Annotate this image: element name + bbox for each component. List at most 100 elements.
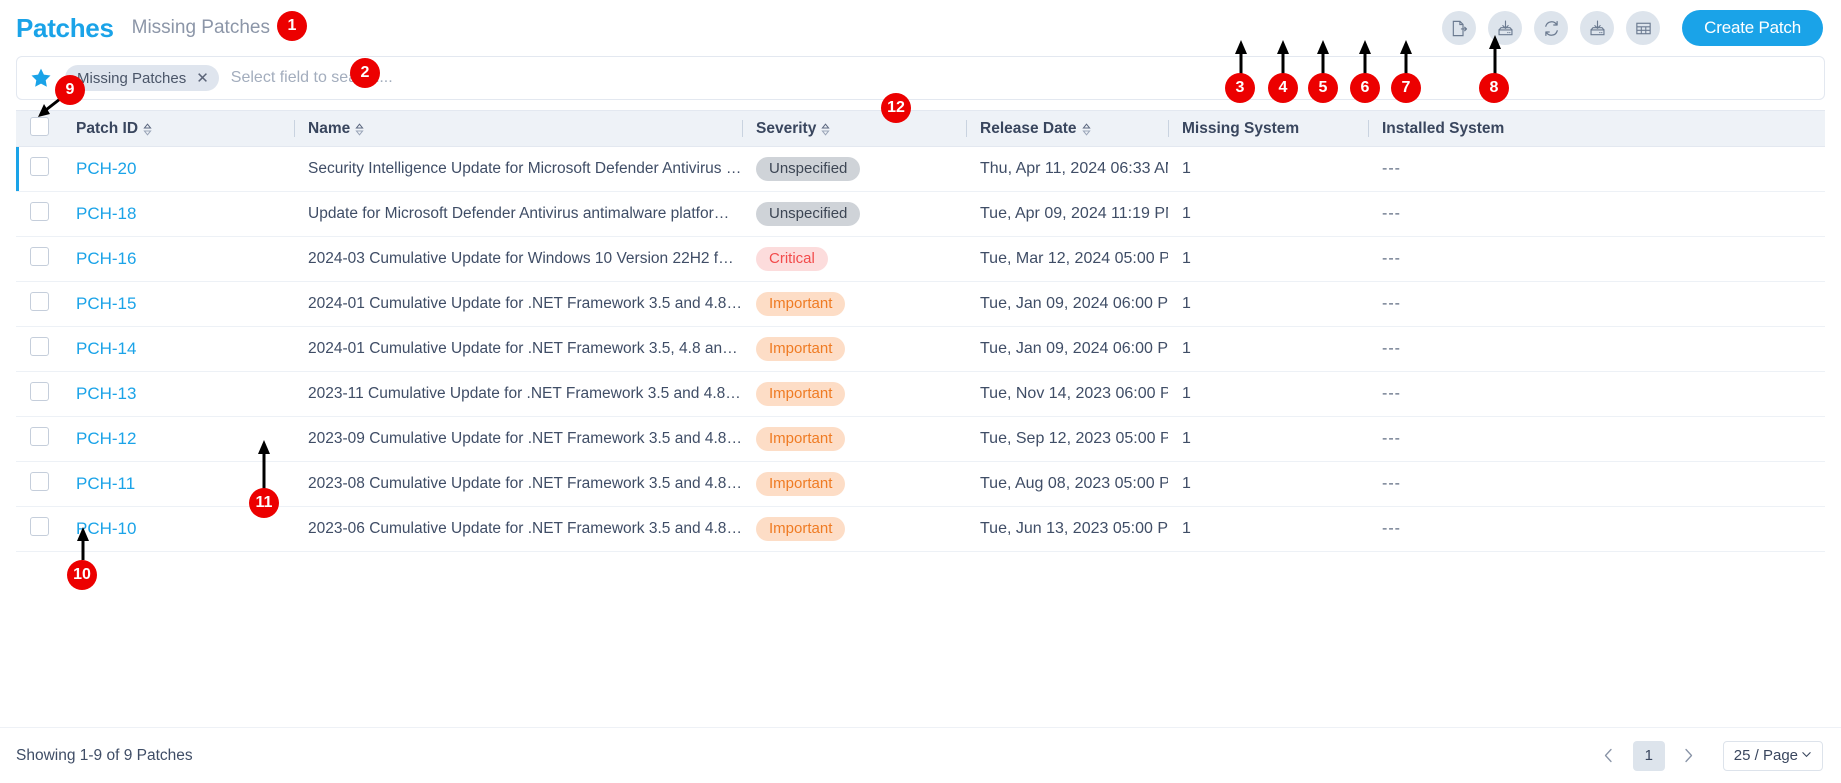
favorite-star-icon[interactable] (29, 66, 53, 90)
annotation-badge-8: 8 (1479, 73, 1509, 103)
missing-system-cell: 1 (1168, 326, 1368, 372)
missing-system-cell: 1 (1168, 416, 1368, 462)
search-input[interactable] (230, 69, 1812, 87)
select-all-checkbox[interactable] (30, 116, 49, 136)
patch-id-link[interactable]: PCH-14 (76, 339, 136, 358)
patch-name-text: 2024-01 Cumulative Update for .NET Frame… (308, 340, 742, 357)
patch-name-text: 2023-09 Cumulative Update for .NET Frame… (308, 430, 742, 447)
column-grid-icon[interactable] (1626, 11, 1661, 45)
view-selector[interactable]: Missing Patches (132, 17, 292, 39)
table-row[interactable]: PCH-13 2023-11 Cumulative Update for .NET… (16, 371, 1825, 417)
missing-system-cell: 1 (1168, 191, 1368, 237)
annotation-badge-4: 4 (1268, 73, 1298, 103)
sync-refresh-icon[interactable] (1534, 11, 1569, 45)
row-select-cell (16, 416, 62, 462)
patch-id-link[interactable]: PCH-16 (76, 249, 136, 268)
filter-chip-missing-patches[interactable]: Missing Patches ✕ (65, 65, 219, 91)
chevron-left-icon[interactable] (1599, 743, 1619, 769)
row-checkbox[interactable] (30, 427, 49, 446)
patch-id-link[interactable]: PCH-18 (76, 204, 136, 223)
table-row[interactable]: PCH-20 Security Intelligence Update for M… (16, 146, 1825, 192)
table-row[interactable]: PCH-14 2024-01 Cumulative Update for .NET… (16, 326, 1825, 372)
row-checkbox[interactable] (30, 337, 49, 356)
patch-name-cell: Security Intelligence Update for Microso… (294, 146, 742, 192)
filter-chip-label: Missing Patches (77, 69, 187, 87)
patch-id-link[interactable]: PCH-12 (76, 429, 136, 448)
close-icon[interactable]: ✕ (196, 71, 209, 86)
row-checkbox[interactable] (30, 472, 49, 491)
installed-system-cell: --- (1368, 236, 1825, 282)
severity-badge: Important (756, 516, 846, 542)
page-title: Patches (16, 12, 114, 43)
search-bar-container: Missing Patches ✕ (0, 56, 1841, 100)
column-header-patch-id[interactable]: Patch ID (62, 110, 294, 147)
severity-cell: Important (742, 326, 966, 372)
release-date-cell: Tue, Aug 08, 2023 05:00 PM (966, 461, 1168, 507)
header-toolbar: Create Patch (1442, 10, 1823, 46)
patch-id-link[interactable]: PCH-10 (76, 519, 136, 538)
release-date-cell: Thu, Apr 11, 2024 06:33 AM (966, 146, 1168, 192)
table-row[interactable]: PCH-15 2024-01 Cumulative Update for .NET… (16, 281, 1825, 327)
table-row[interactable]: PCH-12 2023-09 Cumulative Update for .NET… (16, 416, 1825, 462)
chevron-right-icon[interactable] (1679, 743, 1699, 769)
patch-name-text: Update for Microsoft Defender Antivirus … (308, 205, 742, 222)
column-header-missing-system[interactable]: Missing System (1168, 110, 1368, 147)
severity-cell: Critical (742, 236, 966, 282)
row-checkbox[interactable] (30, 292, 49, 311)
export-document-icon[interactable] (1442, 11, 1477, 45)
table-row[interactable]: PCH-10 2023-06 Cumulative Update for .NET… (16, 506, 1825, 552)
patch-id-link[interactable]: PCH-20 (76, 159, 136, 178)
annotation-badge-3: 3 (1225, 73, 1255, 103)
table-header-row: Patch ID Name Severity Release Date Miss… (16, 110, 1825, 147)
missing-system-cell: 1 (1168, 236, 1368, 282)
page-number-1[interactable]: 1 (1632, 740, 1665, 771)
install-download-icon[interactable] (1488, 11, 1523, 45)
row-checkbox[interactable] (30, 157, 49, 176)
search-bar: Missing Patches ✕ (16, 56, 1825, 100)
severity-badge: Unspecified (756, 156, 861, 182)
row-checkbox[interactable] (30, 517, 49, 536)
annotation-badge-11: 11 (249, 488, 279, 518)
uninstall-download-icon[interactable] (1580, 11, 1615, 45)
column-header-name[interactable]: Name (294, 110, 742, 147)
annotation-badge-5: 5 (1308, 73, 1338, 103)
installed-system-cell: --- (1368, 461, 1825, 507)
patch-id-link[interactable]: PCH-13 (76, 384, 136, 403)
installed-system-cell: --- (1368, 506, 1825, 552)
patch-id-link[interactable]: PCH-11 (76, 474, 135, 493)
severity-badge: Unspecified (756, 201, 861, 227)
table-header: Patch ID Name Severity Release Date Miss… (16, 110, 1825, 147)
select-all-header (16, 110, 62, 147)
page-size-label: 25 / Page (1733, 747, 1798, 764)
severity-cell: Important (742, 371, 966, 417)
patch-id-link[interactable]: PCH-15 (76, 294, 136, 313)
create-patch-button[interactable]: Create Patch (1682, 10, 1823, 46)
patch-id-cell: PCH-12 (62, 416, 294, 462)
missing-system-cell: 1 (1168, 146, 1368, 192)
patch-name-text: 2023-11 Cumulative Update for .NET Frame… (308, 385, 742, 402)
column-header-label: Missing System (1182, 119, 1300, 137)
table-row[interactable]: PCH-16 2024-03 Cumulative Update for Wind… (16, 236, 1825, 282)
installed-system-cell: --- (1368, 326, 1825, 372)
sort-icon (821, 123, 830, 136)
column-header-severity[interactable]: Severity (742, 110, 966, 147)
patch-name-text: Security Intelligence Update for Microso… (308, 160, 742, 177)
table-row[interactable]: PCH-18 Update for Microsoft Defender Anti… (16, 191, 1825, 237)
sort-icon (355, 123, 364, 136)
column-header-release-date[interactable]: Release Date (966, 110, 1168, 147)
patch-id-cell: PCH-20 (62, 146, 294, 192)
column-header-label: Installed System (1382, 119, 1505, 137)
sort-icon (1081, 123, 1091, 136)
table-row[interactable]: PCH-11 2023-08 Cumulative Update for .NET… (16, 461, 1825, 507)
patches-table-container: Patch ID Name Severity Release Date Miss… (0, 110, 1841, 552)
patch-name-cell: 2024-01 Cumulative Update for .NET Frame… (294, 326, 742, 372)
page-size-selector[interactable]: 25 / Page (1722, 740, 1823, 771)
annotation-badge-1: 1 (277, 11, 307, 41)
row-checkbox[interactable] (30, 247, 49, 266)
severity-cell: Important (742, 461, 966, 507)
severity-cell: Unspecified (742, 191, 966, 237)
row-checkbox[interactable] (30, 382, 49, 401)
column-header-installed-system[interactable]: Installed System (1368, 110, 1825, 147)
table-footer: Showing 1-9 of 9 Patches 1 25 / Page (0, 727, 1841, 783)
row-checkbox[interactable] (30, 202, 49, 221)
